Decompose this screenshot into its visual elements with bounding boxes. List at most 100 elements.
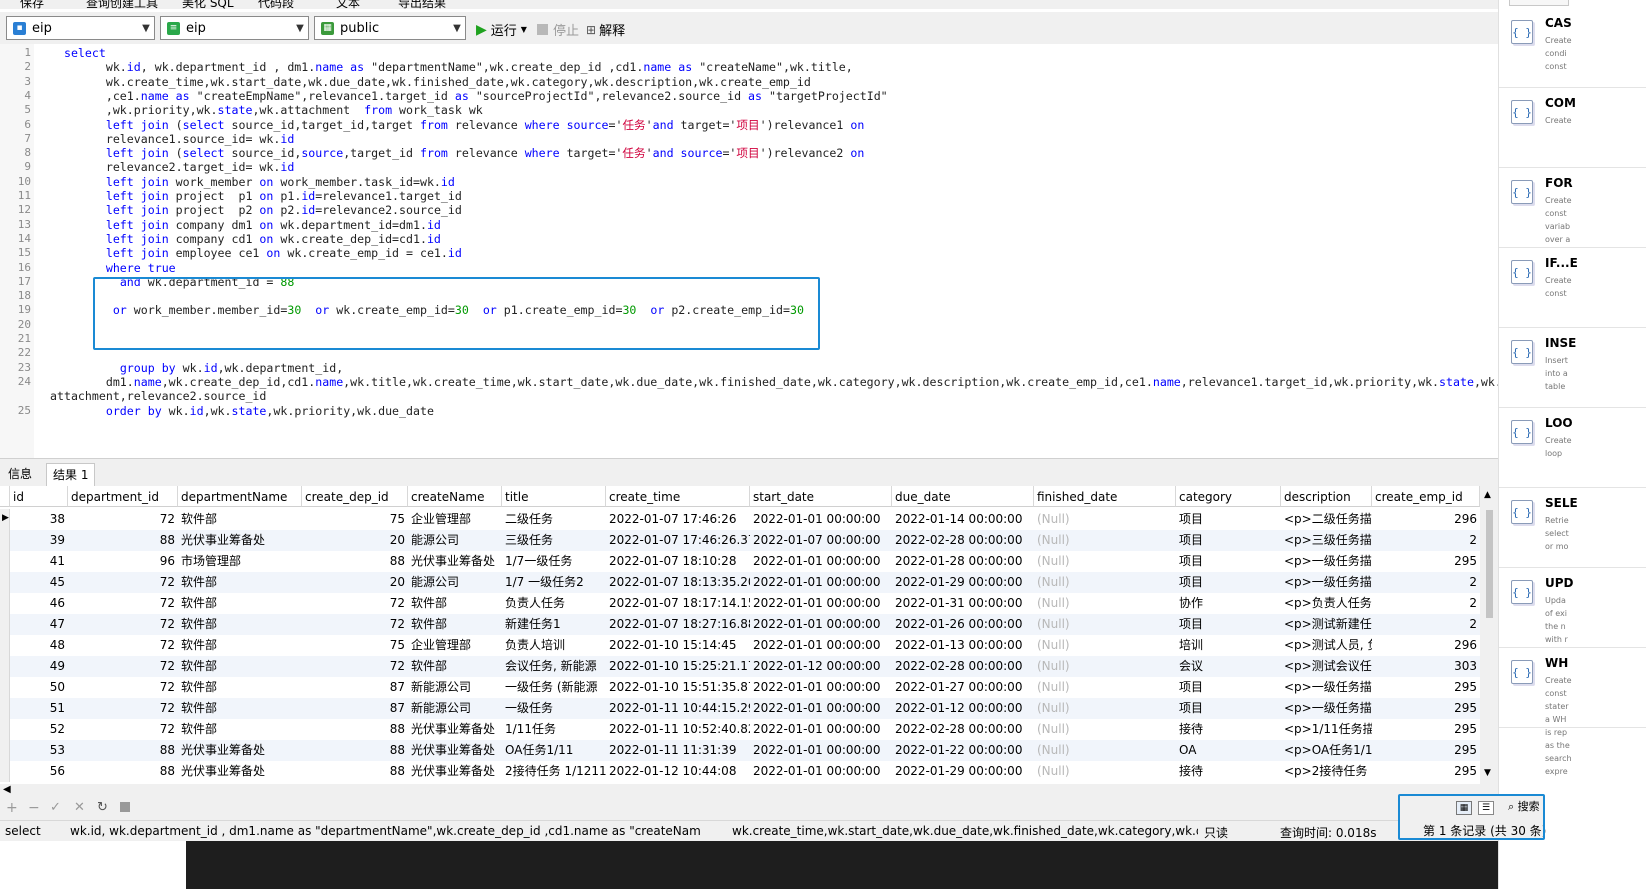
table-cell[interactable]: 企业管理部: [408, 635, 502, 656]
table-cell[interactable]: <p>三级任务描述: [1281, 530, 1372, 551]
table-cell[interactable]: 295: [1372, 719, 1480, 740]
snippet-item[interactable]: { } INSE Insert into a table: [1499, 330, 1646, 408]
table-cell[interactable]: 2022-02-28 00:00:00: [892, 530, 1034, 551]
code-line[interactable]: left join (select source_id,target_id,ta…: [50, 118, 864, 132]
table-cell[interactable]: 项目: [1176, 698, 1281, 719]
table-cell[interactable]: <p>负责人任务: [1281, 593, 1372, 614]
tab-info[interactable]: 信息: [2, 463, 38, 487]
table-cell[interactable]: 303: [1372, 656, 1480, 677]
stop-button[interactable]: 停止: [537, 20, 579, 39]
table-cell[interactable]: 项目: [1176, 614, 1281, 635]
table-row[interactable]: 50 72 软件部 87 新能源公司 一级任务 (新能源 2022-01-10 15:51:…: [0, 677, 1480, 698]
column-header[interactable]: due_date: [892, 486, 1034, 507]
table-cell[interactable]: 2: [1372, 572, 1480, 593]
schema-select[interactable]: ▦ public ▼: [314, 16, 466, 40]
explain-button[interactable]: ⊞ 解释: [586, 20, 625, 40]
table-cell[interactable]: 软件部: [178, 572, 302, 593]
horizontal-scrollbar[interactable]: ◀: [0, 784, 1498, 798]
table-row[interactable]: 41 96 市场管理部 88 光伏事业筹备处 1/7一级任务 2022-01-07 18:1…: [0, 551, 1480, 572]
table-cell[interactable]: 295: [1372, 677, 1480, 698]
snippet-item[interactable]: { } FOR Create const variab over a: [1499, 170, 1646, 248]
table-cell[interactable]: 项目: [1176, 530, 1281, 551]
table-cell[interactable]: 接待: [1176, 761, 1281, 782]
code-line[interactable]: ,ce1.name as "createEmpName",relevance1.…: [50, 89, 888, 103]
table-cell[interactable]: 88: [68, 530, 178, 551]
column-header[interactable]: category: [1176, 486, 1281, 507]
table-cell[interactable]: 1/11任务: [502, 719, 606, 740]
table-cell[interactable]: 培训: [1176, 635, 1281, 656]
table-cell[interactable]: 二级任务: [502, 509, 606, 530]
code-line[interactable]: select: [50, 46, 106, 60]
table-cell[interactable]: 软件部: [178, 656, 302, 677]
table-cell[interactable]: 88: [68, 761, 178, 782]
table-cell[interactable]: 2022-01-22 00:00:00: [892, 740, 1034, 761]
row-marker[interactable]: [0, 635, 10, 656]
table-cell[interactable]: 项目: [1176, 551, 1281, 572]
table-cell[interactable]: 2022-01-12 00:00:00: [750, 656, 892, 677]
table-cell[interactable]: 软件部: [178, 719, 302, 740]
table-cell[interactable]: 88: [302, 719, 408, 740]
code-line[interactable]: wk.id, wk.department_id , dm1.name as "d…: [50, 60, 853, 74]
table-cell[interactable]: 光伏事业筹备处: [178, 761, 302, 782]
vertical-scrollbar[interactable]: ▲ ▼: [1480, 486, 1498, 784]
snippet-item[interactable]: { } IF...E Create const: [1499, 250, 1646, 328]
table-cell[interactable]: 2022-01-27 00:00:00: [892, 677, 1034, 698]
table-cell[interactable]: 51: [10, 698, 68, 719]
table-cell[interactable]: 2022-01-29 00:00:00: [892, 761, 1034, 782]
table-cell[interactable]: 72: [68, 677, 178, 698]
row-marker[interactable]: [0, 740, 10, 761]
table-cell[interactable]: (Null): [1034, 740, 1176, 761]
table-cell[interactable]: 2022-01-07 18:27:16.884: [606, 614, 750, 635]
table-cell[interactable]: 企业管理部: [408, 509, 502, 530]
table-cell[interactable]: 52: [10, 719, 68, 740]
export-result-button[interactable]: 导出结果: [398, 0, 446, 9]
table-cell[interactable]: 87: [302, 677, 408, 698]
table-cell[interactable]: 软件部: [178, 677, 302, 698]
table-cell[interactable]: 软件部: [178, 698, 302, 719]
table-cell[interactable]: 2022-01-01 00:00:00: [750, 593, 892, 614]
row-marker[interactable]: [0, 530, 10, 551]
table-cell[interactable]: 72: [302, 593, 408, 614]
add-record-icon[interactable]: +: [6, 800, 18, 816]
table-cell[interactable]: 39: [10, 530, 68, 551]
table-cell[interactable]: 88: [302, 740, 408, 761]
table-cell[interactable]: 75: [302, 635, 408, 656]
table-cell[interactable]: 72: [68, 593, 178, 614]
code-line[interactable]: left join work_member on work_member.tas…: [50, 175, 455, 189]
query-builder-button[interactable]: 查询创建工具: [86, 0, 158, 9]
table-cell[interactable]: <p>一级任务描述: [1281, 698, 1372, 719]
row-marker[interactable]: [0, 698, 10, 719]
table-cell[interactable]: 72: [68, 635, 178, 656]
scroll-thumb[interactable]: [1486, 510, 1493, 618]
table-cell[interactable]: 2022-01-07 18:10:28: [606, 551, 750, 572]
table-cell[interactable]: 72: [68, 719, 178, 740]
table-cell[interactable]: 2: [1372, 593, 1480, 614]
table-cell[interactable]: 光伏事业筹备处: [408, 740, 502, 761]
table-cell[interactable]: OA任务1/11: [502, 740, 606, 761]
table-cell[interactable]: 2022-01-07 17:46:26: [606, 509, 750, 530]
code-line[interactable]: wk.create_time,wk.start_date,wk.due_date…: [50, 75, 811, 89]
table-cell[interactable]: 72: [68, 509, 178, 530]
result-grid[interactable]: id department_id departmentName create_dep_…: [0, 486, 1498, 784]
table-row[interactable]: 47 72 软件部 72 软件部 新建任务1 2022-01-07 18:27:16.884…: [0, 614, 1480, 635]
scroll-up-icon[interactable]: ▲: [1484, 490, 1491, 500]
table-cell[interactable]: 72: [68, 614, 178, 635]
table-cell[interactable]: 72: [302, 656, 408, 677]
table-cell[interactable]: 2接待任务 1/12111: [502, 761, 606, 782]
table-row[interactable]: 45 72 软件部 20 能源公司 1/7 一级任务2 2022-01-07 18:13:3…: [0, 572, 1480, 593]
table-cell[interactable]: (Null): [1034, 656, 1176, 677]
connection-select[interactable]: ▪ eip ▼: [6, 16, 155, 40]
table-cell[interactable]: 2022-02-28 00:00:00: [892, 719, 1034, 740]
code-line[interactable]: left join (select source_id,source,targe…: [50, 146, 864, 160]
table-cell[interactable]: 能源公司: [408, 530, 502, 551]
snippet-item[interactable]: { } COM Create: [1499, 90, 1646, 168]
table-cell[interactable]: <p>测试新建任务: [1281, 614, 1372, 635]
table-cell[interactable]: <p>测试会议任务: [1281, 656, 1372, 677]
table-cell[interactable]: 光伏事业筹备处: [178, 530, 302, 551]
table-row[interactable]: 49 72 软件部 72 软件部 会议任务, 新能源 2022-01-10 15:25:21…: [0, 656, 1480, 677]
table-cell[interactable]: 2022-01-12 10:44:08: [606, 761, 750, 782]
table-cell[interactable]: <p>OA任务1/11: [1281, 740, 1372, 761]
delete-record-icon[interactable]: −: [28, 800, 40, 816]
table-cell[interactable]: (Null): [1034, 761, 1176, 782]
table-cell[interactable]: (Null): [1034, 614, 1176, 635]
